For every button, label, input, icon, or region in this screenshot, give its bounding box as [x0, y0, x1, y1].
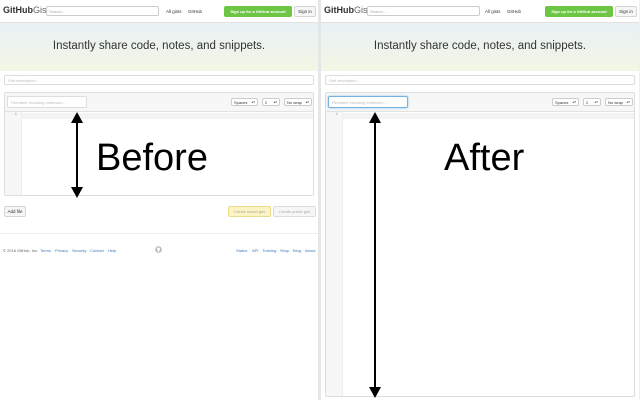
hero-banner: Instantly share code, notes, and snippet… — [321, 23, 639, 71]
code-area[interactable] — [22, 113, 313, 119]
footer-link-help[interactable]: Help — [108, 248, 116, 253]
editor-header: Filename including extension... Spaces ▴▾… — [326, 93, 634, 112]
signup-button[interactable]: Sign up for a GitHub account — [545, 6, 613, 17]
add-file-button[interactable]: Add file — [4, 206, 26, 217]
top-navigation-bar: GitHubGist Search... All gists GitHub Si… — [0, 0, 318, 23]
wrap-mode-select[interactable]: No wrap ▴▾ — [605, 98, 633, 106]
footer-link-about[interactable]: About — [305, 248, 315, 253]
footer-link-status[interactable]: Status — [236, 248, 247, 253]
footer-link-training[interactable]: Training — [262, 248, 276, 253]
after-label: After — [444, 137, 525, 179]
code-area[interactable] — [343, 113, 634, 119]
double-arrow-icon — [369, 112, 381, 398]
wrap-mode-select[interactable]: No wrap ▴▾ — [284, 98, 312, 106]
indent-mode-select[interactable]: Spaces ▴▾ — [552, 98, 579, 106]
indent-size-select[interactable]: 2 ▴▾ — [583, 98, 601, 106]
footer-copyright: © 2016 GitHub, Inc. — [3, 248, 39, 253]
filename-input[interactable]: Filename including extension... — [7, 96, 87, 108]
create-public-gist-button[interactable]: Create public gist — [273, 206, 316, 217]
github-gist-logo[interactable]: GitHubGist — [3, 5, 49, 15]
select-caret-icon: ▴▾ — [594, 100, 598, 104]
select-caret-icon: ▴▾ — [572, 100, 576, 104]
select-caret-icon: ▴▾ — [305, 100, 309, 104]
editor-header: Filename including extension... Spaces ▴▾… — [5, 93, 313, 112]
footer-link-terms[interactable]: Terms — [40, 248, 51, 253]
signup-button[interactable]: Sign up for a GitHub account — [224, 6, 292, 17]
signin-button[interactable]: Sign in — [615, 6, 637, 17]
all-gists-link[interactable]: All gists — [485, 9, 501, 14]
footer-link-contact[interactable]: Contact — [90, 248, 104, 253]
select-caret-icon: ▴▾ — [273, 100, 277, 104]
line-number: 1 — [14, 113, 17, 117]
select-caret-icon: ▴▾ — [251, 100, 255, 104]
indent-mode-select[interactable]: Spaces ▴▾ — [231, 98, 258, 106]
create-secret-gist-button[interactable]: Create secret gist — [228, 206, 271, 217]
indent-size-select[interactable]: 2 ▴▾ — [262, 98, 280, 106]
github-link[interactable]: GitHub — [188, 9, 202, 14]
line-number-gutter: 1 — [5, 112, 22, 195]
gist-description-input[interactable]: Gist description... — [4, 75, 314, 85]
footer-link-blog[interactable]: Blog — [293, 248, 301, 253]
line-number-gutter: 1 — [326, 112, 343, 396]
search-input[interactable]: Search... — [367, 6, 480, 16]
before-screenshot-panel: GitHubGist Search... All gists GitHub Si… — [0, 0, 318, 400]
github-octocat-icon[interactable] — [155, 246, 162, 253]
line-number: 1 — [335, 113, 338, 117]
search-input[interactable]: Search... — [46, 6, 159, 16]
after-screenshot-panel: GitHubGist Search... All gists GitHub Si… — [321, 0, 639, 400]
footer-link-api[interactable]: API — [252, 248, 258, 253]
select-caret-icon: ▴▾ — [626, 100, 630, 104]
banner-tagline: Instantly share code, notes, and snippet… — [373, 40, 587, 52]
footer-link-privacy[interactable]: Privacy — [55, 248, 68, 253]
footer-link-security[interactable]: Security — [72, 248, 86, 253]
gist-description-input[interactable]: Gist description... — [325, 75, 635, 85]
top-navigation-bar: GitHubGist Search... All gists GitHub Si… — [321, 0, 639, 23]
github-link[interactable]: GitHub — [507, 9, 521, 14]
github-gist-logo[interactable]: GitHubGist — [324, 5, 370, 15]
double-arrow-icon — [71, 112, 83, 198]
banner-tagline: Instantly share code, notes, and snippet… — [52, 40, 266, 52]
filename-input[interactable]: Filename including extension... — [328, 96, 408, 108]
all-gists-link[interactable]: All gists — [166, 9, 182, 14]
footer-link-shop[interactable]: Shop — [280, 248, 289, 253]
before-label: Before — [96, 137, 208, 179]
hero-banner: Instantly share code, notes, and snippet… — [0, 23, 318, 71]
page-footer: © 2016 GitHub, Inc. Terms Privacy Securi… — [0, 233, 318, 258]
signin-button[interactable]: Sign in — [294, 6, 316, 17]
